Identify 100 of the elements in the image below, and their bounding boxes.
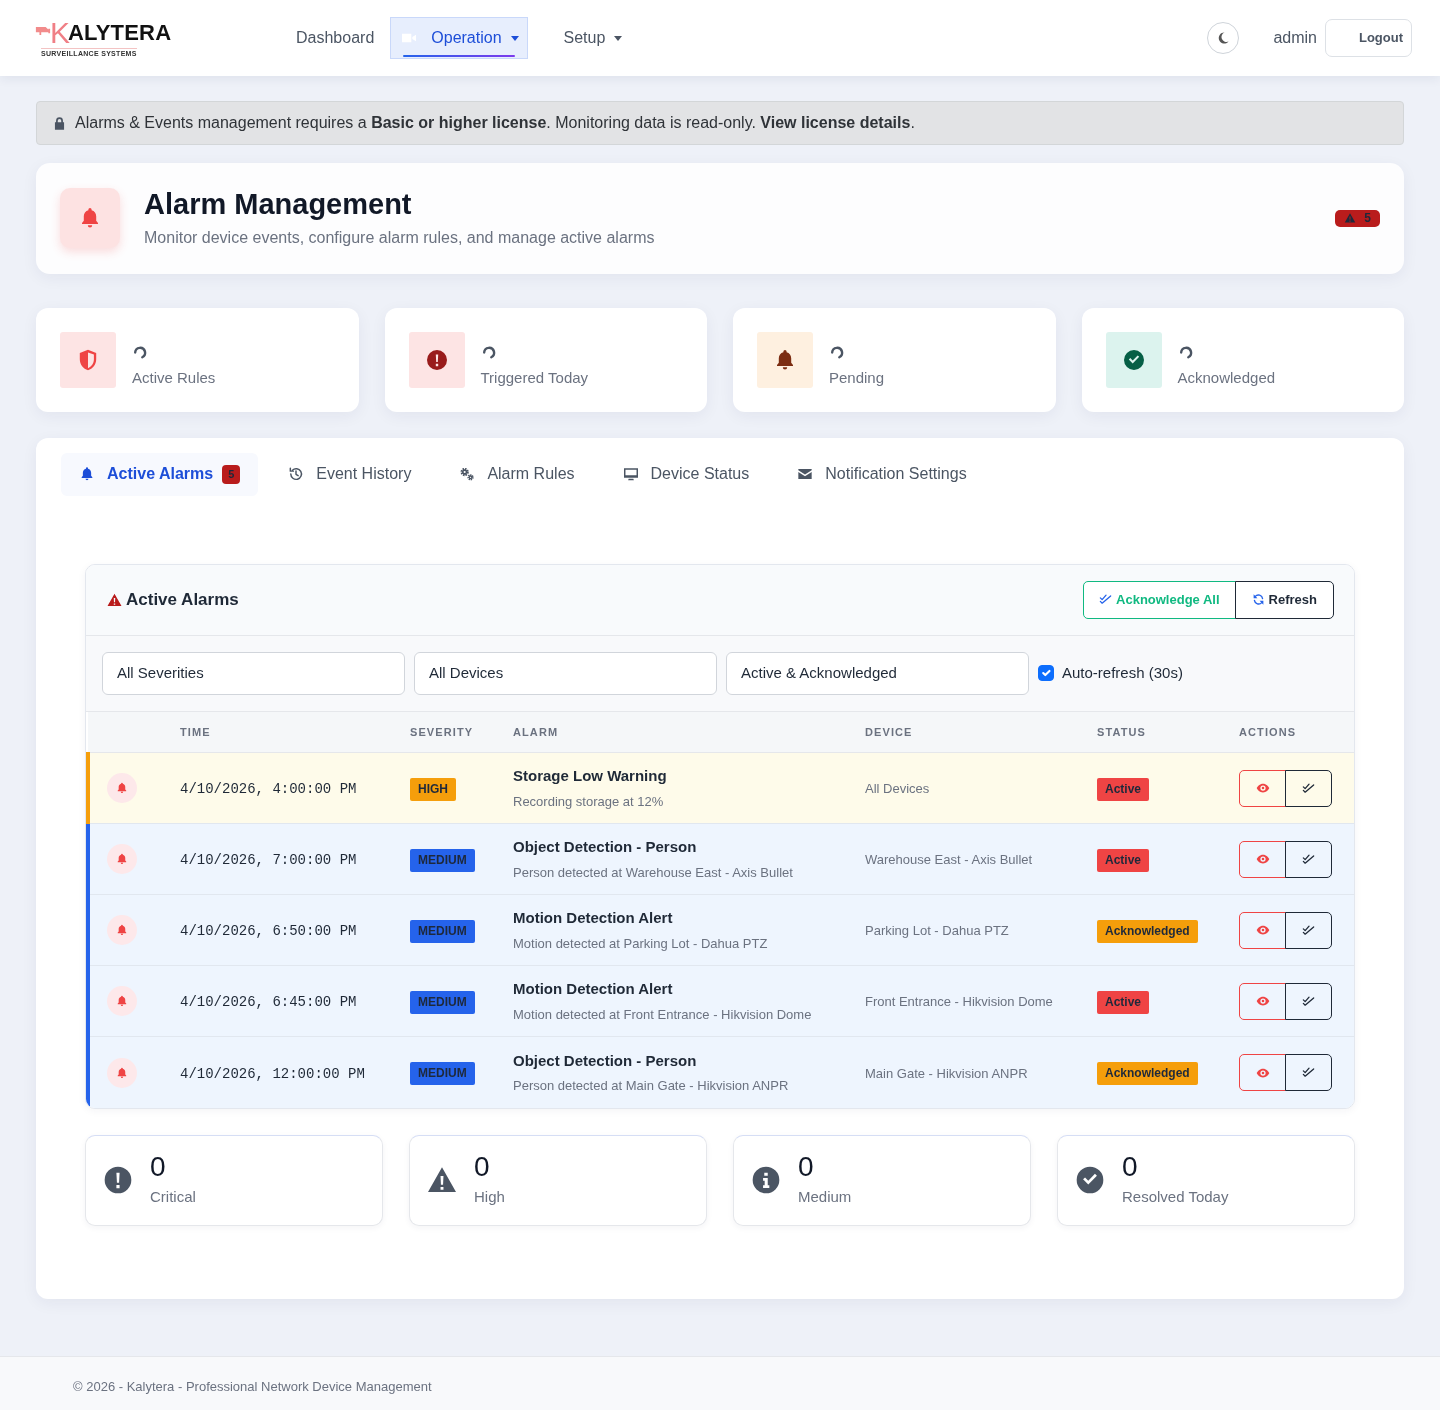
auto-refresh-checkbox[interactable] — [1038, 665, 1054, 682]
history-icon — [288, 466, 305, 483]
notice-text: Alarms & Events management requires a Basic or higher license. Monitoring data is read-only. View license details. — [75, 113, 915, 133]
acknowledge-button[interactable] — [1285, 1054, 1332, 1092]
alarm-title: Object Detection - Person — [513, 1050, 698, 1071]
column-header: STATUS — [1079, 711, 1221, 753]
view-button[interactable] — [1239, 982, 1286, 1020]
double-check-icon — [1302, 994, 1315, 1008]
tab[interactable]: Active Alarms 5 — [61, 452, 259, 496]
refresh-icon — [1251, 593, 1265, 607]
tab[interactable]: Device Status — [604, 452, 768, 496]
column-header: SEVERITY — [392, 711, 495, 753]
status-badge: Acknowledged — [1097, 919, 1198, 943]
logo-text: ALYTERA — [68, 21, 172, 44]
bell-icon — [107, 844, 137, 875]
severity-badge: MEDIUM — [410, 1062, 475, 1086]
logo-letter: K — [50, 17, 70, 48]
tab-count-badge: 5 — [222, 464, 241, 484]
severity-badge: MEDIUM — [410, 990, 475, 1014]
nav-link[interactable]: Dashboard — [287, 17, 384, 59]
view-button[interactable] — [1239, 1054, 1286, 1092]
bell-icon — [107, 986, 137, 1017]
tab[interactable]: Event History — [270, 452, 430, 496]
alarm-title: Motion Detection Alert — [513, 908, 674, 929]
alarm-time: 4/10/2026, 6:50:00 PM — [180, 923, 357, 940]
alarm-description: Person detected at Main Gate - Hikvision ANPR — [513, 1077, 790, 1096]
exclamation-icon — [408, 331, 465, 388]
acknowledge-button[interactable] — [1285, 769, 1332, 807]
bell-icon — [107, 773, 137, 804]
bell-icon — [60, 188, 120, 249]
bell-icon — [79, 466, 95, 483]
warning-icon — [106, 591, 123, 608]
column-header: ACTIONS — [1221, 711, 1354, 753]
severity-badge: MEDIUM — [410, 848, 475, 872]
lock-icon — [52, 114, 67, 132]
view-button[interactable] — [1239, 769, 1286, 807]
user-name: admin — [1273, 28, 1317, 48]
double-check-icon — [1302, 923, 1315, 937]
nav-link[interactable]: Operation — [390, 17, 528, 59]
panel-title: Active Alarms — [126, 589, 239, 612]
summary-count: 0 — [150, 1152, 167, 1183]
stat-label: Triggered Today — [480, 367, 589, 388]
double-check-icon — [1302, 852, 1315, 866]
page-title: Alarm Management — [144, 187, 413, 222]
device-name: Front Entrance - Hikvision Dome — [865, 994, 1053, 1010]
column-header: ALARM — [495, 711, 847, 753]
alarm-description: Motion detected at Front Entrance - Hikvision Dome — [513, 1005, 813, 1024]
status-badge: Active — [1097, 848, 1150, 872]
alarm-title: Storage Low Warning — [513, 766, 668, 787]
alarm-time: 4/10/2026, 4:00:00 PM — [180, 781, 357, 798]
alarm-time: 4/10/2026, 6:45:00 PM — [180, 994, 357, 1011]
alarm-title: Object Detection - Person — [513, 837, 698, 858]
logout-button[interactable]: Logout — [1324, 19, 1412, 57]
refresh-button[interactable]: Refresh — [1234, 580, 1334, 619]
tab[interactable]: Notification Settings — [779, 452, 985, 496]
device-name: All Devices — [865, 781, 930, 797]
status-badge: Active — [1097, 990, 1150, 1014]
stat-label: Pending — [829, 367, 885, 388]
camera-icon — [35, 25, 51, 36]
status-badge: Active — [1097, 777, 1150, 801]
alarm-count: 5 — [1364, 211, 1371, 225]
stat-label: Active Rules — [132, 367, 216, 388]
view-button[interactable] — [1239, 840, 1286, 878]
column-header: DEVICE — [847, 711, 1079, 753]
acknowledge-button[interactable] — [1285, 911, 1332, 949]
alarm-time: 4/10/2026, 7:00:00 PM — [180, 852, 357, 869]
stat-label: Acknowledged — [1177, 367, 1276, 388]
double-check-icon — [1099, 593, 1113, 607]
view-button[interactable] — [1239, 911, 1286, 949]
acknowledge-button[interactable] — [1285, 982, 1332, 1020]
theme-toggle-button[interactable] — [1207, 22, 1240, 54]
alarm-time: 4/10/2026, 12:00:00 PM — [180, 1065, 365, 1082]
summary-label: High — [474, 1186, 505, 1207]
column-header: TIME — [162, 711, 392, 753]
alarm-description: Person detected at Warehouse East - Axis Bullet — [513, 863, 794, 882]
summary-label: Critical — [150, 1186, 196, 1207]
bell-icon — [107, 915, 137, 946]
alarm-description: Recording storage at 12% — [513, 792, 665, 811]
summary-count: 0 — [1122, 1152, 1139, 1183]
alarm-description: Motion detected at Parking Lot - Dahua PTZ — [513, 934, 769, 953]
tab[interactable]: Alarm Rules — [441, 452, 593, 496]
device-name: Warehouse East - Axis Bullet — [865, 852, 1033, 868]
filter-select[interactable]: All Severities — [102, 651, 405, 695]
bell-icon — [757, 331, 813, 388]
summary-label: Medium — [798, 1186, 852, 1207]
filter-select[interactable]: All Devices — [414, 651, 717, 695]
summary-label: Resolved Today — [1122, 1186, 1229, 1207]
nav-link[interactable]: Setup — [554, 17, 632, 59]
auto-refresh-label: Auto-refresh (30s) — [1062, 663, 1183, 684]
double-check-icon — [1302, 781, 1315, 795]
summary-count: 0 — [474, 1152, 491, 1183]
monitor-icon — [622, 466, 639, 483]
severity-badge: HIGH — [410, 777, 456, 801]
footer-text: © 2026 - Kalytera - Professional Network Device Management — [73, 1377, 432, 1396]
alarm-title: Motion Detection Alert — [513, 979, 674, 1000]
device-name: Main Gate - Hikvision ANPR — [865, 1065, 1028, 1081]
status-badge: Acknowledged — [1097, 1062, 1198, 1086]
double-check-icon — [1302, 1066, 1315, 1080]
filter-select[interactable]: Active & Acknowledged — [726, 651, 1029, 695]
acknowledge-button[interactable] — [1285, 840, 1332, 878]
